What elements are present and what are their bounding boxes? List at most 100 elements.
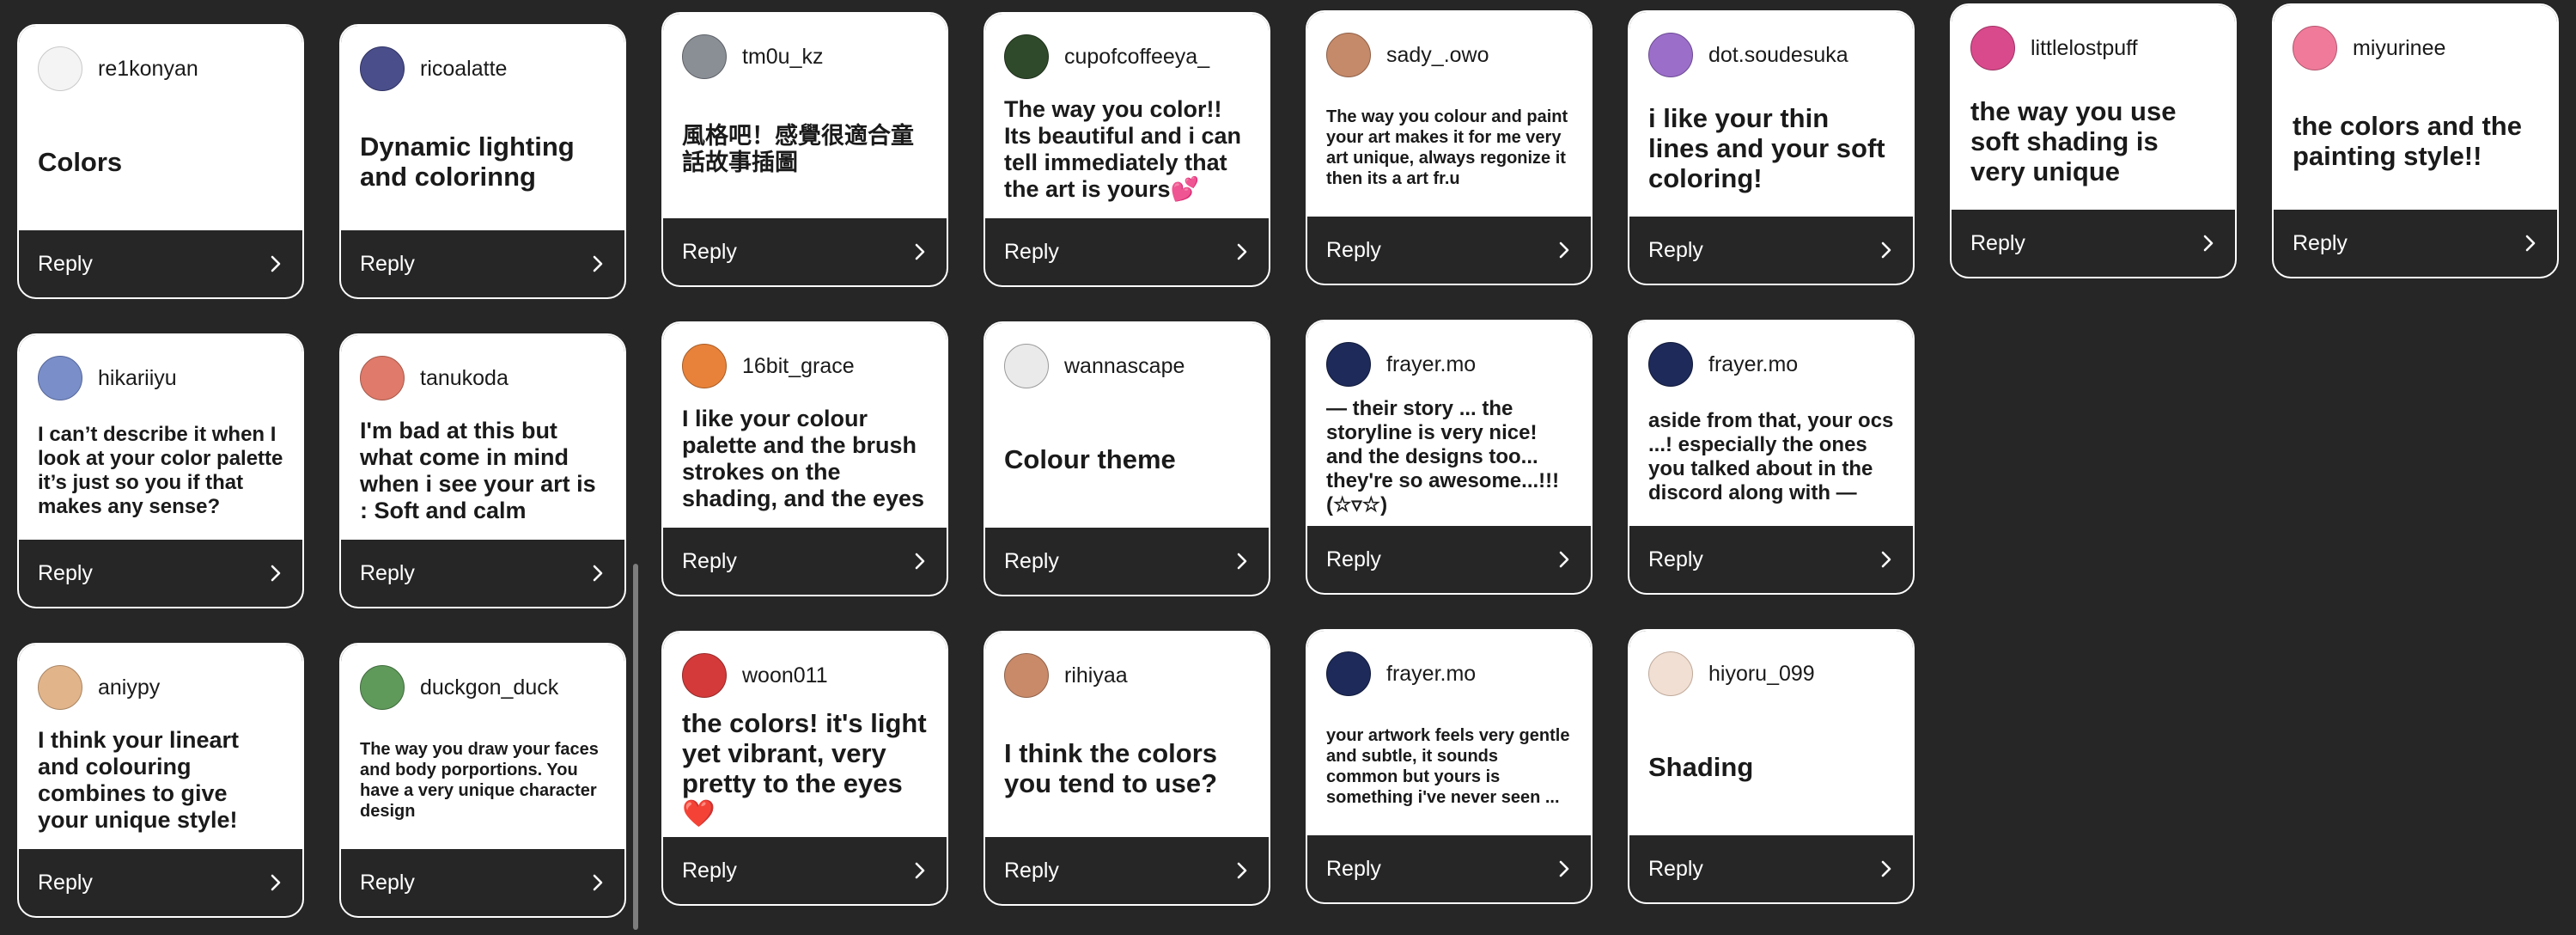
- username[interactable]: tanukoda: [420, 366, 509, 391]
- comment-text: 風格吧！感覺很適合童話故事插圖: [682, 123, 914, 175]
- comment-body: ricoalatte Dynamic lighting and colorinn…: [341, 26, 624, 230]
- username[interactable]: miyurinee: [2353, 36, 2445, 61]
- username[interactable]: tm0u_kz: [742, 45, 823, 70]
- comment-text-wrap: Shading: [1648, 698, 1894, 835]
- chevron-right-icon: [268, 254, 283, 274]
- username[interactable]: sady_.owo: [1386, 43, 1489, 68]
- reply-button[interactable]: Reply: [1629, 217, 1913, 284]
- comment-card: frayer.mo — their story ... the storylin…: [1306, 320, 1592, 595]
- reply-button[interactable]: Reply: [1629, 835, 1913, 902]
- avatar[interactable]: [682, 34, 727, 79]
- reply-label: Reply: [1004, 858, 1059, 883]
- reply-button[interactable]: Reply: [985, 218, 1269, 285]
- username[interactable]: aniypy: [98, 675, 160, 700]
- comment-text: your artwork feels very gentle and subtl…: [1326, 726, 1570, 807]
- comment-text-wrap: your artwork feels very gentle and subtl…: [1326, 698, 1572, 835]
- reply-button[interactable]: Reply: [1952, 210, 2235, 277]
- avatar[interactable]: [360, 356, 405, 400]
- comment-text-wrap: I can’t describe it when I look at your …: [38, 402, 283, 540]
- avatar[interactable]: [1970, 26, 2015, 70]
- reply-button[interactable]: Reply: [341, 230, 624, 297]
- reply-label: Reply: [682, 239, 737, 264]
- reply-button[interactable]: Reply: [341, 849, 624, 916]
- username[interactable]: re1konyan: [98, 57, 198, 82]
- comment-text: The way you color!! Its beautiful and i …: [1004, 96, 1242, 202]
- username[interactable]: hiyoru_099: [1708, 662, 1815, 687]
- avatar[interactable]: [682, 653, 727, 698]
- reply-button[interactable]: Reply: [2274, 210, 2557, 277]
- username[interactable]: dot.soudesuka: [1708, 43, 1848, 68]
- avatar[interactable]: [1004, 344, 1049, 388]
- comment-body: miyurinee the colors and the painting st…: [2274, 5, 2557, 210]
- comment-text: The way you draw your faces and body por…: [360, 740, 599, 821]
- avatar[interactable]: [38, 356, 82, 400]
- reply-button[interactable]: Reply: [663, 218, 947, 285]
- comment-card: aniypy I think your lineart and colourin…: [17, 643, 304, 918]
- chevron-right-icon: [268, 563, 283, 584]
- comment-text-wrap: The way you draw your faces and body por…: [360, 712, 606, 849]
- comment-text: the way you use soft shading is very uni…: [1970, 95, 2177, 186]
- chevron-right-icon: [2201, 233, 2216, 254]
- avatar[interactable]: [360, 46, 405, 91]
- username[interactable]: frayer.mo: [1386, 662, 1476, 687]
- avatar[interactable]: [1326, 33, 1371, 77]
- comment-text: — their story ... the storyline is very …: [1326, 397, 1560, 516]
- comment-text-wrap: Colors: [38, 93, 283, 230]
- avatar[interactable]: [1648, 651, 1693, 696]
- avatar[interactable]: [1326, 651, 1371, 696]
- username[interactable]: duckgon_duck: [420, 675, 558, 700]
- reply-button[interactable]: Reply: [19, 849, 302, 916]
- reply-button[interactable]: Reply: [19, 230, 302, 297]
- reply-label: Reply: [38, 560, 93, 585]
- avatar[interactable]: [1648, 33, 1693, 77]
- username[interactable]: hikariiyu: [98, 366, 177, 391]
- reply-label: Reply: [38, 870, 93, 895]
- reply-label: Reply: [38, 251, 93, 276]
- comment-text-wrap: Colour theme: [1004, 390, 1250, 528]
- username[interactable]: frayer.mo: [1708, 352, 1798, 377]
- username[interactable]: frayer.mo: [1386, 352, 1476, 377]
- comment-text-wrap: I like your colour palette and the brush…: [682, 390, 928, 528]
- comment-body: 16bit_grace I like your colour palette a…: [663, 323, 947, 528]
- avatar[interactable]: [1648, 342, 1693, 387]
- reply-button[interactable]: Reply: [985, 528, 1269, 595]
- reply-button[interactable]: Reply: [1307, 835, 1591, 902]
- reply-button[interactable]: Reply: [663, 837, 947, 904]
- username[interactable]: cupofcoffeeya_: [1064, 45, 1209, 70]
- comment-card: rihiyaa I think the colors you tend to u…: [984, 631, 1270, 906]
- avatar[interactable]: [38, 46, 82, 91]
- chevron-right-icon: [268, 872, 283, 893]
- avatar[interactable]: [38, 665, 82, 710]
- scrollbar[interactable]: [633, 564, 638, 930]
- username[interactable]: wannascape: [1064, 354, 1184, 379]
- avatar[interactable]: [1326, 342, 1371, 387]
- comment-card: hiyoru_099 Shading Reply: [1628, 629, 1915, 904]
- avatar[interactable]: [1004, 34, 1049, 79]
- reply-label: Reply: [1648, 237, 1703, 262]
- comment-author: wannascape: [1004, 342, 1250, 390]
- reply-button[interactable]: Reply: [19, 540, 302, 607]
- username[interactable]: littlelostpuff: [2031, 36, 2138, 61]
- avatar[interactable]: [360, 665, 405, 710]
- comment-author: re1konyan: [38, 45, 283, 93]
- avatar[interactable]: [2293, 26, 2337, 70]
- reply-button[interactable]: Reply: [1307, 526, 1591, 593]
- comment-text: Shading: [1648, 751, 1754, 782]
- username[interactable]: rihiyaa: [1064, 663, 1128, 688]
- username[interactable]: ricoalatte: [420, 57, 507, 82]
- reply-button[interactable]: Reply: [341, 540, 624, 607]
- comment-text-wrap: I think the colors you tend to use?: [1004, 700, 1250, 837]
- username[interactable]: woon011: [742, 663, 828, 688]
- reply-button[interactable]: Reply: [663, 528, 947, 595]
- avatar[interactable]: [1004, 653, 1049, 698]
- avatar[interactable]: [682, 344, 727, 388]
- reply-label: Reply: [1004, 548, 1059, 573]
- reply-button[interactable]: Reply: [1307, 217, 1591, 284]
- reply-button[interactable]: Reply: [985, 837, 1269, 904]
- reply-button[interactable]: Reply: [1629, 526, 1913, 593]
- comment-card: tm0u_kz 風格吧！感覺很適合童話故事插圖 Reply: [661, 12, 948, 287]
- reply-label: Reply: [1648, 547, 1703, 571]
- comment-author: frayer.mo: [1326, 340, 1572, 388]
- comment-text-wrap: The way you color!! Its beautiful and i …: [1004, 81, 1250, 218]
- username[interactable]: 16bit_grace: [742, 354, 855, 379]
